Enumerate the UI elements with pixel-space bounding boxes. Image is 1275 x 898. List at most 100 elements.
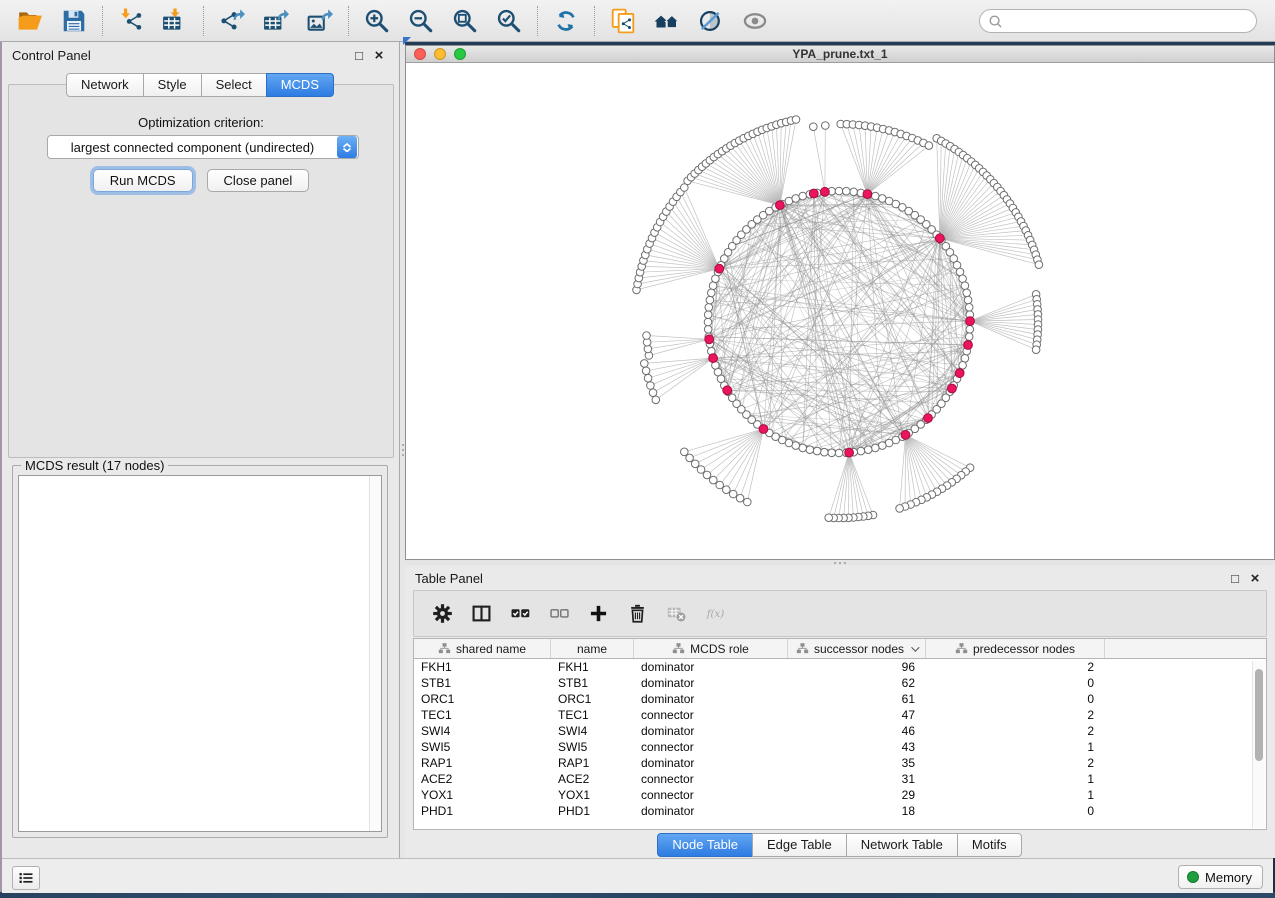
table-toolbar-deselect-all-button[interactable] [547, 602, 571, 626]
table-row[interactable]: PHD1 PHD1 dominator 18 0 [414, 803, 1266, 819]
table-row[interactable]: YOX1 YOX1 connector 29 1 [414, 787, 1266, 803]
close-panel-button[interactable]: Close panel [207, 169, 310, 192]
toolbar-refresh-layout-button[interactable] [551, 6, 581, 36]
select-all-icon [511, 604, 530, 623]
table-row[interactable]: RAP1 RAP1 dominator 35 2 [414, 755, 1266, 771]
refresh-layout-icon [553, 8, 579, 34]
toolbar-open-file-button[interactable] [15, 6, 45, 36]
tab-select[interactable]: Select [201, 73, 267, 97]
toolbar-show-graphics-button[interactable] [740, 6, 770, 36]
table-panel-float-button[interactable]: □ [1225, 572, 1245, 585]
control-panel-close-button[interactable]: × [369, 48, 389, 63]
node-table: shared name name MCDS role successor nod… [413, 638, 1267, 830]
open-file-icon [17, 8, 43, 34]
table-row[interactable]: FKH1 FKH1 dominator 96 2 [414, 659, 1266, 675]
table-row[interactable]: SWI5 SWI5 connector 43 1 [414, 739, 1266, 755]
table-panel-header: Table Panel □ × [405, 565, 1275, 591]
table-row[interactable]: STB1 STB1 dominator 62 0 [414, 675, 1266, 691]
deselect-all-icon [550, 604, 569, 623]
criterion-selected-value: largest connected component (undirected) [48, 140, 337, 155]
delete-table-icon [667, 604, 686, 623]
toolbar-export-image-button[interactable] [305, 6, 335, 36]
table-row[interactable]: ORC1 ORC1 dominator 61 0 [414, 691, 1266, 707]
table-row[interactable]: TEC1 TEC1 connector 47 2 [414, 707, 1266, 723]
export-table-icon [263, 8, 289, 34]
toolbar-export-network-button[interactable] [217, 6, 247, 36]
optimization-criterion-select[interactable]: largest connected component (undirected) [47, 135, 359, 159]
toolbar-zoom-out-button[interactable] [406, 6, 436, 36]
table-toolbar-delete-table-button[interactable] [664, 602, 688, 626]
mcds-list-scrollbar[interactable] [369, 476, 381, 831]
split-columns-icon [472, 604, 491, 623]
toolbar-import-table-button[interactable] [160, 6, 190, 36]
search-icon [988, 14, 1003, 29]
column-header-shared-name[interactable]: shared name [414, 639, 551, 658]
network-graph[interactable] [406, 63, 1274, 559]
main-toolbar [0, 0, 1275, 42]
table-body: FKH1 FKH1 dominator 96 2 STB1 STB1 domin… [414, 659, 1266, 819]
column-header-predecessor-nodes[interactable]: predecessor nodes [926, 639, 1105, 658]
column-header-mcds-role[interactable]: MCDS role [634, 639, 788, 658]
table-scrollbar-thumb[interactable] [1255, 669, 1263, 761]
mcds-result-group: MCDS result (17 nodes) [12, 465, 388, 838]
control-panel: Control Panel □ × NetworkStyleSelectMCDS… [2, 42, 400, 858]
table-toolbar-select-all-button[interactable] [508, 602, 532, 626]
toolbar-import-network-button[interactable] [116, 6, 146, 36]
show-graphics-icon [742, 8, 768, 34]
table-toolbar-settings-button[interactable] [430, 602, 454, 626]
shared-column-icon [438, 642, 451, 655]
memory-button[interactable]: Memory [1178, 865, 1263, 889]
memory-label: Memory [1205, 870, 1252, 885]
table-toolbar-split-columns-button[interactable] [469, 602, 493, 626]
sort-descending-icon [911, 643, 919, 651]
toolbar-zoom-selected-button[interactable] [494, 6, 524, 36]
control-panel-float-button[interactable]: □ [349, 49, 369, 62]
tab-node-table[interactable]: Node Table [657, 833, 753, 857]
toolbar-separator [594, 6, 595, 36]
select-stepper-icon [337, 136, 357, 158]
table-row[interactable]: ACE2 ACE2 connector 31 1 [414, 771, 1266, 787]
toolbar-separator [348, 6, 349, 36]
svg-text:f(x): f(x) [706, 608, 724, 620]
table-panel-title: Table Panel [415, 571, 483, 586]
run-mcds-button[interactable]: Run MCDS [93, 169, 193, 192]
column-header-name[interactable]: name [551, 639, 634, 658]
control-panel-header: Control Panel □ × [2, 42, 399, 68]
network-window-titlebar[interactable]: YPA_prune.txt_1 [406, 46, 1274, 63]
optimization-criterion-label: Optimization criterion: [9, 115, 393, 130]
toolbar-zoom-fit-button[interactable] [450, 6, 480, 36]
toolbar-zoom-in-button[interactable] [362, 6, 392, 36]
tab-edge-table[interactable]: Edge Table [752, 833, 847, 857]
tab-motifs[interactable]: Motifs [957, 833, 1022, 857]
mcds-result-title: MCDS result (17 nodes) [21, 458, 168, 473]
network-window-title: YPA_prune.txt_1 [406, 47, 1274, 61]
clone-network-icon [610, 8, 636, 34]
toolbar-export-table-button[interactable] [261, 6, 291, 36]
table-toolbar-delete-row-button[interactable] [625, 602, 649, 626]
tab-style[interactable]: Style [143, 73, 202, 97]
search-input[interactable] [1007, 11, 1248, 31]
toolbar-separator [102, 6, 103, 36]
toolbar-home-button[interactable] [652, 6, 682, 36]
tab-mcds[interactable]: MCDS [266, 73, 334, 97]
hide-graphics-icon [698, 8, 724, 34]
toolbar-save-session-button[interactable] [59, 6, 89, 36]
task-history-button[interactable] [12, 866, 40, 890]
tab-network[interactable]: Network [66, 73, 144, 97]
mcds-result-list[interactable] [18, 475, 382, 832]
table-row[interactable]: SWI4 SWI4 dominator 46 2 [414, 723, 1266, 739]
table-toolbar-function-builder-button[interactable]: f(x) [703, 602, 727, 626]
toolbar-hide-graphics-button[interactable] [696, 6, 726, 36]
control-panel-title: Control Panel [12, 48, 91, 63]
toolbar-separator [537, 6, 538, 36]
export-image-icon [307, 8, 333, 34]
tab-network-table[interactable]: Network Table [846, 833, 958, 857]
table-scrollbar[interactable] [1252, 661, 1265, 828]
network-canvas[interactable] [406, 63, 1274, 559]
frame-focus-corner [403, 37, 411, 45]
toolbar-clone-network-button[interactable] [608, 6, 638, 36]
column-header-successor-nodes[interactable]: successor nodes [788, 639, 926, 658]
home-icon [654, 8, 680, 34]
table-toolbar-add-row-button[interactable] [586, 602, 610, 626]
table-panel-close-button[interactable]: × [1245, 571, 1265, 586]
